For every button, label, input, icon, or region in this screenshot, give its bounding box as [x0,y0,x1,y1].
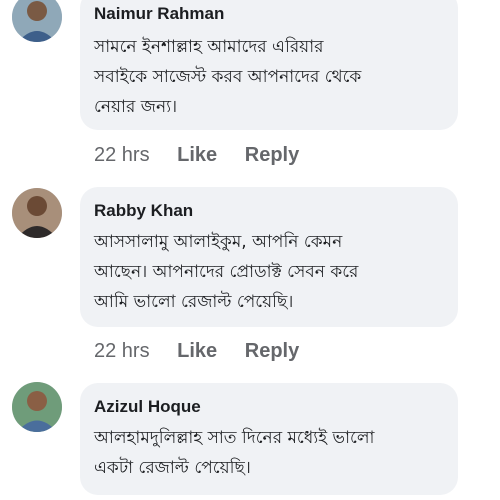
user-avatar-icon [12,382,62,432]
comment: Azizul Hoque আলহামদুলিল্লাহ সাত দিনের মধ… [0,0,500,500]
comment-line: আলহামদুলিল্লাহ সাত দিনের মধ্যেই ভালো [94,428,375,448]
avatar[interactable] [12,382,62,432]
comment-line: একটা রেজাল্ট পেয়েছি। [94,458,251,478]
comment-bubble: Azizul Hoque আলহামদুলিল্লাহ সাত দিনের মধ… [80,383,458,495]
comment-text: আলহামদুলিল্লাহ সাত দিনের মধ্যেই ভালো একট… [94,423,449,483]
commenter-name[interactable]: Azizul Hoque [94,397,201,417]
